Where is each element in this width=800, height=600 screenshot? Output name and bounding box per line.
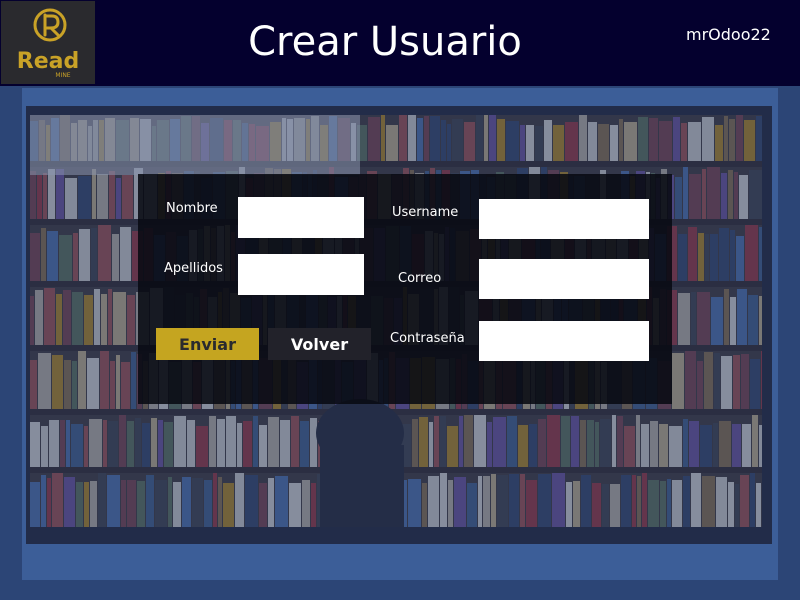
current-username[interactable]: mrOdoo22: [686, 25, 771, 45]
contrasena-input[interactable]: [479, 321, 649, 361]
username-input[interactable]: [479, 199, 649, 239]
enviar-button[interactable]: Enviar: [156, 328, 259, 360]
correo-input[interactable]: [479, 259, 649, 299]
page-title: Crear Usuario: [248, 19, 522, 65]
apellidos-label: Apellidos: [164, 261, 223, 276]
username-label: Username: [392, 205, 459, 220]
svg-text:MINE: MINE: [55, 72, 70, 79]
apellidos-input[interactable]: [238, 254, 364, 295]
nombre-label: Nombre: [166, 201, 218, 216]
correo-label: Correo: [398, 271, 442, 286]
volver-button[interactable]: Volver: [268, 328, 371, 360]
nombre-input[interactable]: [238, 197, 364, 238]
contrasena-label: Contraseña: [390, 331, 465, 346]
app-header: Read MINE Crear Usuario mrOdoo22: [0, 0, 800, 86]
